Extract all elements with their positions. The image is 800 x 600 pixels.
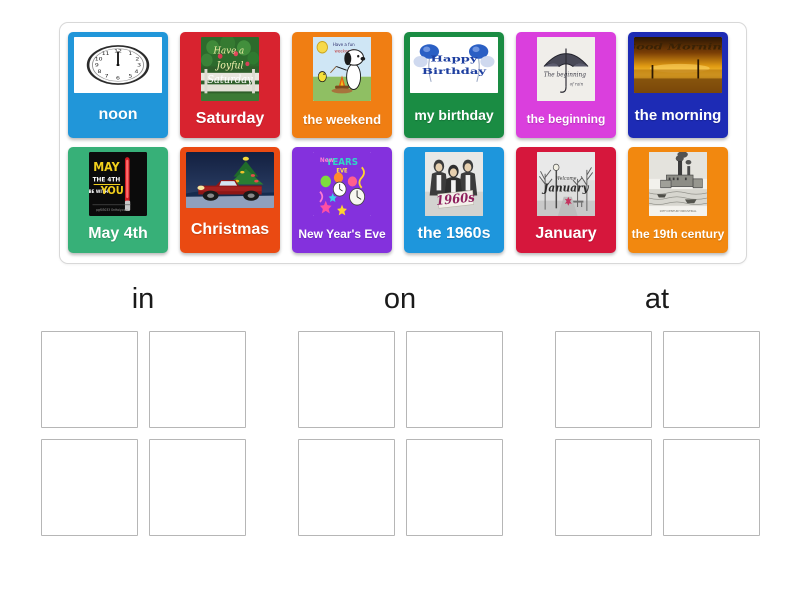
tile-tray: noon Saturday the weekend my birthday the be… — [59, 22, 747, 264]
tile-my-birthday[interactable]: my birthday — [404, 32, 504, 138]
drop-slot[interactable] — [148, 439, 246, 536]
tile-label: noon — [98, 106, 138, 124]
tile-saturday[interactable]: Saturday — [180, 32, 280, 138]
tile-the-1960s[interactable]: the 1960s — [404, 147, 504, 253]
drop-slot[interactable] — [554, 331, 652, 428]
tile-label: New Year's Eve — [298, 227, 386, 242]
new-years-eve-confetti-image — [313, 152, 371, 216]
tile-label: May 4th — [88, 225, 148, 243]
drop-slot[interactable] — [40, 331, 138, 428]
drop-zone-at[interactable]: at — [549, 285, 765, 536]
drop-zone-on[interactable]: on — [292, 285, 508, 536]
tile-january[interactable]: January — [516, 147, 616, 253]
drop-slot[interactable] — [662, 439, 760, 536]
tile-the-19th-century[interactable]: the 19th century — [628, 147, 728, 253]
tile-noon[interactable]: noon — [68, 32, 168, 138]
drop-slot[interactable] — [40, 439, 138, 536]
tile-christmas[interactable]: Christmas — [180, 147, 280, 253]
drop-zone-title: on — [383, 283, 417, 315]
19th-century-engraving-image — [649, 152, 707, 216]
tile-row: noon Saturday the weekend my birthday the be… — [68, 32, 738, 138]
activity-page: noon Saturday the weekend my birthday the be… — [0, 0, 800, 600]
drop-zone-in[interactable]: in — [35, 285, 251, 536]
tile-new-year-s-eve[interactable]: New Year's Eve — [292, 147, 392, 253]
drop-slot[interactable] — [405, 331, 503, 428]
good-morning-sunrise-image — [634, 37, 722, 93]
clock-face-image — [74, 37, 162, 93]
drop-slot-grid — [549, 331, 765, 536]
tile-label: the 19th century — [631, 227, 725, 242]
umbrella-sketch-image — [537, 37, 595, 101]
tile-the-morning[interactable]: the morning — [628, 32, 728, 138]
joyful-saturday-sign-image — [201, 37, 259, 101]
christmas-tree-truck-image — [186, 152, 274, 208]
tile-label: Christmas — [190, 221, 270, 239]
may-the-4th-poster-image — [89, 152, 147, 216]
snoopy-campfire-image — [313, 37, 371, 101]
tile-label: the 1960s — [417, 225, 491, 243]
welcome-january-street-image — [537, 152, 595, 216]
drop-slot[interactable] — [148, 331, 246, 428]
tile-the-beginning[interactable]: the beginning — [516, 32, 616, 138]
tile-label: the morning — [634, 106, 722, 124]
drop-slot-grid — [292, 331, 508, 536]
drop-zone-title: at — [644, 283, 670, 315]
drop-slot[interactable] — [554, 439, 652, 536]
drop-slot-grid — [35, 331, 251, 536]
tile-label: the beginning — [526, 112, 606, 127]
drop-slot[interactable] — [662, 331, 760, 428]
tile-label: my birthday — [414, 107, 494, 124]
drop-zone-title: in — [131, 283, 155, 315]
tile-may-4th[interactable]: May 4th — [68, 147, 168, 253]
tile-label: Saturday — [195, 110, 265, 128]
happy-birthday-balloons-image — [410, 37, 498, 93]
1960s-band-photo-image — [425, 152, 483, 216]
tile-label: the weekend — [302, 111, 382, 127]
drop-slot[interactable] — [297, 331, 395, 428]
drop-slot[interactable] — [405, 439, 503, 536]
tile-row: May 4th Christmas New Year's Eve the 1960s J… — [68, 147, 738, 253]
tile-the-weekend[interactable]: the weekend — [292, 32, 392, 138]
tile-label: January — [535, 225, 597, 243]
drop-slot[interactable] — [297, 439, 395, 536]
